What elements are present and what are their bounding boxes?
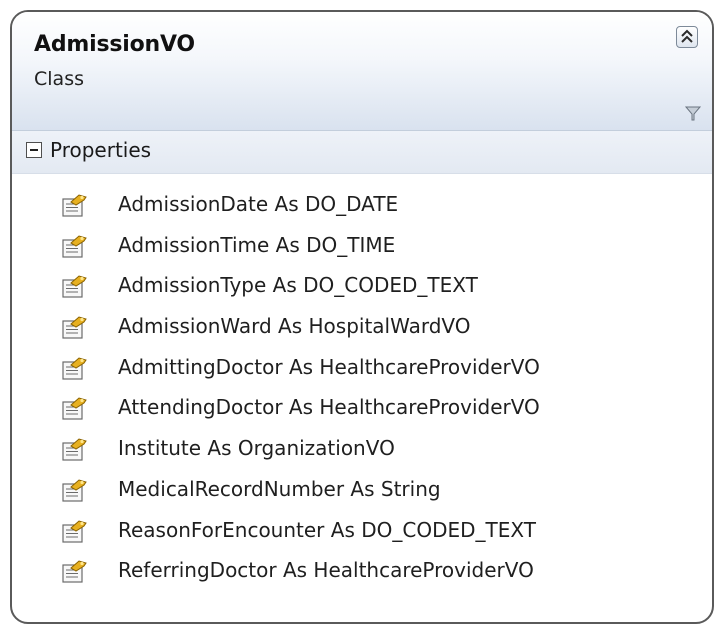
property-label: AdmissionType As DO_CODED_TEXT [118, 273, 478, 298]
property-label: AdmissionTime As DO_TIME [118, 232, 396, 257]
property-label: AttendingDoctor As HealthcareProviderVO [118, 395, 540, 420]
property-label: AdmittingDoctor As HealthcareProviderVO [118, 354, 540, 379]
class-shape[interactable]: AdmissionVO Class Properties AdmissionDa… [10, 10, 714, 624]
property-label: Institute As OrganizationVO [118, 436, 395, 461]
property-row[interactable]: AdmissionTime As DO_TIME [12, 229, 712, 270]
double-chevron-up-icon[interactable] [676, 26, 698, 48]
property-icon [62, 438, 87, 461]
property-icon [62, 479, 87, 502]
property-label: AdmissionWard As HospitalWardVO [118, 314, 471, 339]
property-row[interactable]: MedicalRecordNumber As String [12, 473, 712, 514]
property-icon [62, 519, 87, 543]
property-row[interactable]: AdmissionType As DO_CODED_TEXT [12, 269, 712, 310]
property-icon [62, 316, 87, 339]
property-row[interactable]: ReasonForEncounter As DO_CODED_TEXT [12, 514, 712, 555]
property-icon [62, 235, 87, 258]
property-icon [62, 194, 87, 217]
property-row[interactable]: Institute As OrganizationVO [12, 432, 712, 473]
property-list: AdmissionDate As DO_DATE AdmissionTime A… [12, 188, 712, 595]
properties-section-header[interactable]: Properties [12, 131, 712, 174]
property-label: AdmissionDate As DO_DATE [118, 192, 399, 216]
property-label: ReferringDoctor As HealthcareProviderVO [118, 558, 534, 583]
property-label: MedicalRecordNumber As String [118, 476, 441, 501]
property-row[interactable]: AdmittingDoctor As HealthcareProviderVO [12, 351, 712, 392]
property-row[interactable]: ReferringDoctor As HealthcareProviderVO [12, 554, 712, 595]
property-icon [62, 397, 87, 421]
section-title: Properties [50, 138, 152, 162]
property-row[interactable]: AdmissionWard As HospitalWardVO [12, 310, 712, 351]
class-kind: Class [34, 68, 84, 90]
filter-icon[interactable] [684, 104, 702, 122]
minus-box-icon[interactable] [26, 142, 42, 158]
property-icon [62, 275, 87, 298]
property-row[interactable]: AdmissionDate As DO_DATE [12, 188, 712, 229]
class-name: AdmissionVO [34, 32, 195, 57]
property-row[interactable]: AttendingDoctor As HealthcareProviderVO [12, 391, 712, 432]
property-label: ReasonForEncounter As DO_CODED_TEXT [118, 517, 536, 542]
class-header: AdmissionVO Class [12, 12, 712, 131]
property-icon [62, 357, 87, 380]
property-icon [62, 560, 87, 583]
